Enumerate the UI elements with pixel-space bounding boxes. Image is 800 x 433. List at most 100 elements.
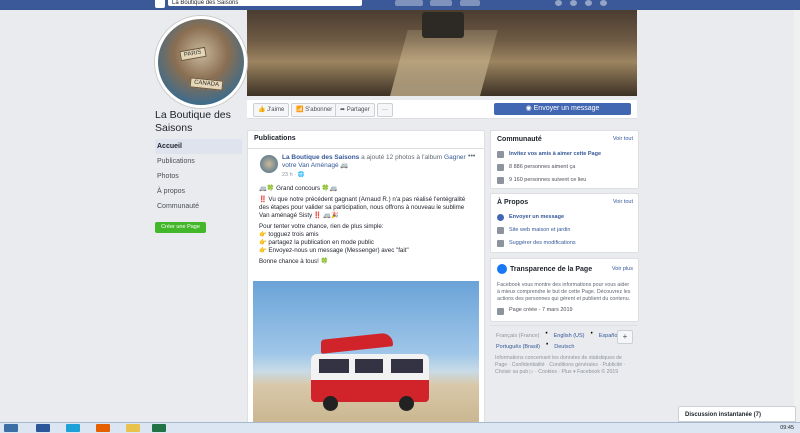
- language-selector: Français (France) · English (US) · Españ…: [490, 325, 637, 352]
- pencil-icon: [497, 240, 504, 247]
- sidebar-item-photos[interactable]: Photos: [155, 169, 242, 184]
- suggest-label: Suggérer des modifications: [509, 240, 576, 246]
- sidebar-item-community[interactable]: Communauté: [155, 199, 242, 214]
- likes-count: 8 886 personnes aiment ça: [491, 161, 638, 174]
- thumbs-up-icon: 👍: [258, 107, 268, 113]
- page-action-bar: 👍 J'aime 📶 S'abonner ➦ Partager ··· ◉ En…: [247, 100, 637, 119]
- page-created-date: Page créée - 7 mars 2019: [491, 305, 638, 316]
- ie-icon[interactable]: [66, 424, 80, 432]
- follow-icon: [497, 177, 504, 184]
- post-photo[interactable]: [253, 281, 479, 426]
- footer-links[interactable]: Informations concernant les données de s…: [495, 355, 630, 376]
- post-line: Pour tenter votre chance, rien de plus s…: [259, 223, 384, 230]
- post-line: 🚐🍀 Grand concours 🍀🚐: [259, 185, 338, 192]
- van-illustration: [311, 332, 429, 411]
- follow-icon: 📶: [296, 107, 306, 113]
- create-nav-item[interactable]: [460, 0, 480, 6]
- publications-header: Publications: [248, 131, 484, 149]
- post-time[interactable]: 23 h: [282, 172, 293, 178]
- facebook-logo-icon[interactable]: [155, 0, 165, 8]
- likes-label: 8 886 personnes aiment ça: [509, 164, 576, 170]
- follow-button[interactable]: 📶 S'abonner: [291, 103, 338, 117]
- van-window: [355, 359, 383, 373]
- chat-bar[interactable]: Discussion instantanée (7): [678, 406, 796, 422]
- post-line: ‼️ Vu que notre précédent gagnant (Arnau…: [259, 196, 466, 219]
- friends-icon[interactable]: [555, 0, 562, 6]
- facebook-topbar: La Boutique des Saisons: [0, 0, 800, 10]
- cover-photo[interactable]: [247, 10, 637, 96]
- language-link[interactable]: Português (Brasil): [496, 344, 540, 350]
- transparency-description: Facebook vous montre des informations po…: [497, 282, 631, 302]
- language-link[interactable]: Deutsch: [554, 344, 574, 350]
- messenger-icon: [497, 214, 504, 221]
- sidebar-item-accueil[interactable]: Accueil: [155, 139, 242, 154]
- transparency-card: Transparence de la Page Voir plus Facebo…: [490, 258, 639, 322]
- word-icon[interactable]: [36, 424, 50, 432]
- more-options-button[interactable]: ···: [377, 103, 393, 117]
- start-button-icon[interactable]: [4, 424, 18, 432]
- suggest-edits-link[interactable]: Suggérer des modifications: [491, 237, 638, 250]
- profile-sign: PARIS: [179, 46, 207, 62]
- about-see-all-link[interactable]: Voir tout: [613, 199, 633, 205]
- profile-sign: CANADA: [189, 77, 224, 91]
- send-message-button[interactable]: ◉ Envoyer un message: [494, 103, 631, 115]
- language-link[interactable]: Français (France): [496, 333, 539, 339]
- excel-icon[interactable]: [152, 424, 166, 432]
- explorer-icon[interactable]: [126, 424, 140, 432]
- about-card: À Propos Voir tout Envoyer un message Si…: [490, 193, 639, 253]
- share-icon: ➦: [340, 107, 347, 113]
- firefox-icon[interactable]: [96, 424, 110, 432]
- van-wheel: [399, 396, 414, 411]
- messenger-icon: ◉: [525, 105, 534, 112]
- about-send-message-link[interactable]: Envoyer un message: [491, 211, 638, 224]
- notifications-icon[interactable]: [585, 0, 592, 6]
- transparency-title-label: Transparence de la Page: [510, 265, 593, 273]
- language-link[interactable]: English (US): [554, 333, 585, 339]
- invite-label: Invitez vos amis à aimer cette Page: [509, 151, 602, 157]
- post-author-link[interactable]: La Boutique des Saisons: [282, 154, 359, 161]
- like-icon: [497, 164, 504, 171]
- publications-feed: Publications La Boutique des Saisons a a…: [247, 130, 485, 432]
- like-button[interactable]: 👍 J'aime: [253, 103, 290, 117]
- post-more-button[interactable]: •••: [468, 153, 475, 160]
- create-page-button[interactable]: Créer une Page: [155, 222, 206, 233]
- like-label: J'aime: [267, 107, 285, 113]
- post-line: 👉 togguez trois amis: [259, 231, 319, 238]
- page-name[interactable]: La Boutique des Saisons: [155, 109, 245, 135]
- community-see-all-link[interactable]: Voir tout: [613, 136, 633, 142]
- send-message-label: Envoyer un message: [533, 105, 600, 112]
- home-nav-item[interactable]: [430, 0, 452, 6]
- profile-nav-item[interactable]: [395, 0, 423, 6]
- language-link[interactable]: Español: [599, 333, 619, 339]
- invite-icon: [497, 151, 504, 158]
- cover-vehicle: [422, 12, 464, 38]
- post-line: Bonne chance à tous! 🍀: [259, 258, 329, 265]
- website-label: Site web maison et jardin: [509, 227, 571, 233]
- sidebar-item-publications[interactable]: Publications: [155, 154, 242, 169]
- share-label: Partager: [346, 107, 370, 113]
- share-button[interactable]: ➦ Partager: [335, 103, 375, 117]
- page-sidebar-nav: Accueil Publications Photos À propos Com…: [155, 139, 242, 214]
- facebook-f-icon: [497, 264, 507, 274]
- post-meta: 23 h · 🌐: [282, 172, 305, 178]
- follows-label: 9 160 personnes suivent ce lieu: [509, 177, 587, 183]
- post-line: 👉 partagez la publication en mode public: [259, 239, 375, 246]
- post-title: La Boutique des Saisons a ajouté 12 phot…: [282, 154, 467, 170]
- search-input[interactable]: La Boutique des Saisons: [168, 0, 362, 6]
- post-author-avatar[interactable]: [260, 155, 278, 173]
- invite-friends-link[interactable]: Invitez vos amis à aimer cette Page: [491, 148, 638, 161]
- follows-count: 9 160 personnes suivent ce lieu: [491, 174, 638, 187]
- windows-taskbar: 09:45: [0, 422, 800, 433]
- post-line: 👉 Envoyez-nous un message (Messenger) av…: [259, 247, 409, 254]
- follow-label: S'abonner: [305, 107, 333, 113]
- help-icon[interactable]: [600, 0, 607, 6]
- website-link[interactable]: Site web maison et jardin: [491, 224, 638, 237]
- transparency-see-more-link[interactable]: Voir plus: [612, 266, 633, 272]
- add-language-button[interactable]: +: [617, 330, 633, 344]
- scrollbar[interactable]: [794, 10, 800, 422]
- page-profile-picture[interactable]: PARIS CANADA: [155, 16, 247, 108]
- van-window: [391, 359, 423, 373]
- post-body: 🚐🍀 Grand concours 🍀🚐 ‼️ Vu que notre pré…: [259, 185, 475, 269]
- sidebar-item-about[interactable]: À propos: [155, 184, 242, 199]
- messenger-icon[interactable]: [570, 0, 577, 6]
